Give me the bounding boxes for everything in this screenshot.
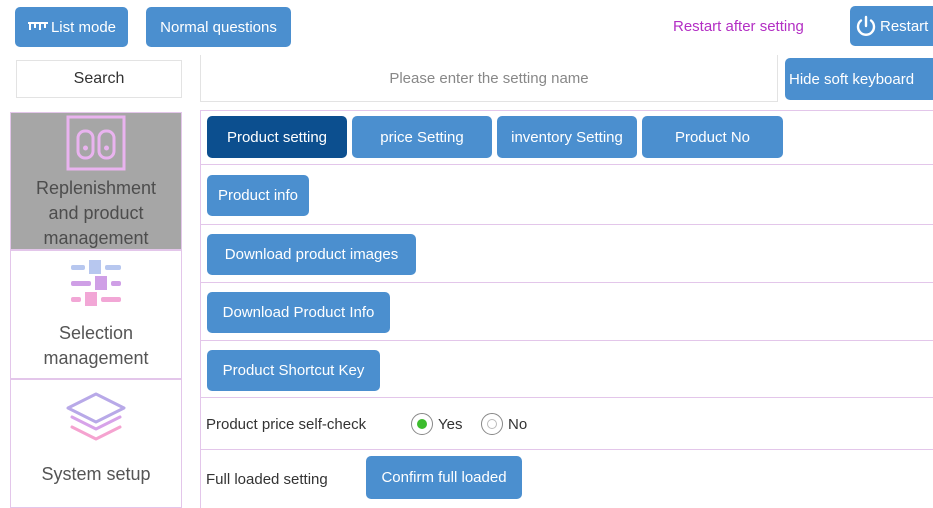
tab-inventory-setting-label: inventory Setting xyxy=(511,128,623,146)
download-info-button[interactable]: Download Product Info xyxy=(207,292,390,333)
vending-machine-icon xyxy=(66,115,126,171)
tab-inventory-setting[interactable]: inventory Setting xyxy=(497,116,637,158)
hide-keyboard-label: Hide soft keyboard xyxy=(789,70,915,88)
setting-name-placeholder: Please enter the setting name xyxy=(389,69,589,87)
tab-price-setting[interactable]: price Setting xyxy=(352,116,492,158)
sidebar-item-replenishment-label: Replenishment and product management xyxy=(35,178,157,248)
full-loaded-label: Full loaded setting xyxy=(206,471,328,488)
price-self-check-row: Product price self-check Yes No xyxy=(200,398,933,450)
shortcut-key-button[interactable]: Product Shortcut Key xyxy=(207,350,380,391)
confirm-full-loaded-button[interactable]: Confirm full loaded xyxy=(366,456,522,499)
restart-button[interactable]: Restart xyxy=(850,6,933,46)
product-info-label: Product info xyxy=(217,187,299,204)
tab-product-setting[interactable]: Product setting xyxy=(207,116,347,158)
price-self-check-label: Product price self-check xyxy=(206,416,367,433)
list-mode-label: List mode xyxy=(50,18,117,36)
search-button[interactable]: Search xyxy=(16,60,182,98)
layers-icon xyxy=(66,392,126,441)
restart-label: Restart xyxy=(880,17,929,35)
list-mode-button[interactable]: List mode xyxy=(15,7,128,47)
sidebar-item-system-setup[interactable]: System setup xyxy=(10,379,182,508)
price-check-yes-label[interactable]: Yes xyxy=(438,416,462,433)
restart-note: Restart after setting xyxy=(673,18,804,35)
normal-questions-button[interactable]: Normal questions xyxy=(146,7,291,47)
download-info-row: Download Product Info xyxy=(200,283,933,341)
normal-questions-label: Normal questions xyxy=(160,18,277,36)
shortcut-key-row: Product Shortcut Key xyxy=(200,341,933,398)
sidebar-item-system-setup-label: System setup xyxy=(41,464,151,484)
price-check-no-radio[interactable] xyxy=(481,413,503,435)
tab-product-no[interactable]: Product No xyxy=(642,116,783,158)
tab-product-no-label: Product No xyxy=(674,128,751,146)
tab-product-setting-label: Product setting xyxy=(226,128,328,146)
product-info-row: Product info xyxy=(200,165,933,225)
setting-name-input[interactable]: Please enter the setting name xyxy=(200,55,778,102)
download-images-row: Download product images xyxy=(200,225,933,283)
confirm-full-loaded-label: Confirm full loaded xyxy=(381,469,507,486)
tab-price-setting-label: price Setting xyxy=(380,128,464,146)
tab-bar: Product setting price Setting inventory … xyxy=(200,110,933,165)
list-mode-icon xyxy=(27,22,48,30)
shortcut-key-label: Product Shortcut Key xyxy=(222,362,365,379)
sidebar-item-selection[interactable]: Selection management xyxy=(10,250,182,379)
full-loaded-row: Full loaded setting Confirm full loaded xyxy=(200,450,933,508)
search-label: Search xyxy=(73,70,125,87)
download-info-label: Download Product Info xyxy=(222,304,375,321)
download-images-label: Download product images xyxy=(224,246,399,263)
sliders-icon xyxy=(71,260,121,306)
download-images-button[interactable]: Download product images xyxy=(207,234,416,275)
sidebar-item-selection-label: Selection management xyxy=(43,323,149,368)
product-info-button[interactable]: Product info xyxy=(207,175,309,216)
hide-keyboard-button[interactable]: Hide soft keyboard xyxy=(785,58,933,100)
power-icon xyxy=(856,15,876,36)
price-check-no-label[interactable]: No xyxy=(508,416,527,433)
price-check-yes-radio[interactable] xyxy=(411,413,433,435)
sidebar-item-replenishment[interactable]: Replenishment and product management xyxy=(10,112,182,250)
